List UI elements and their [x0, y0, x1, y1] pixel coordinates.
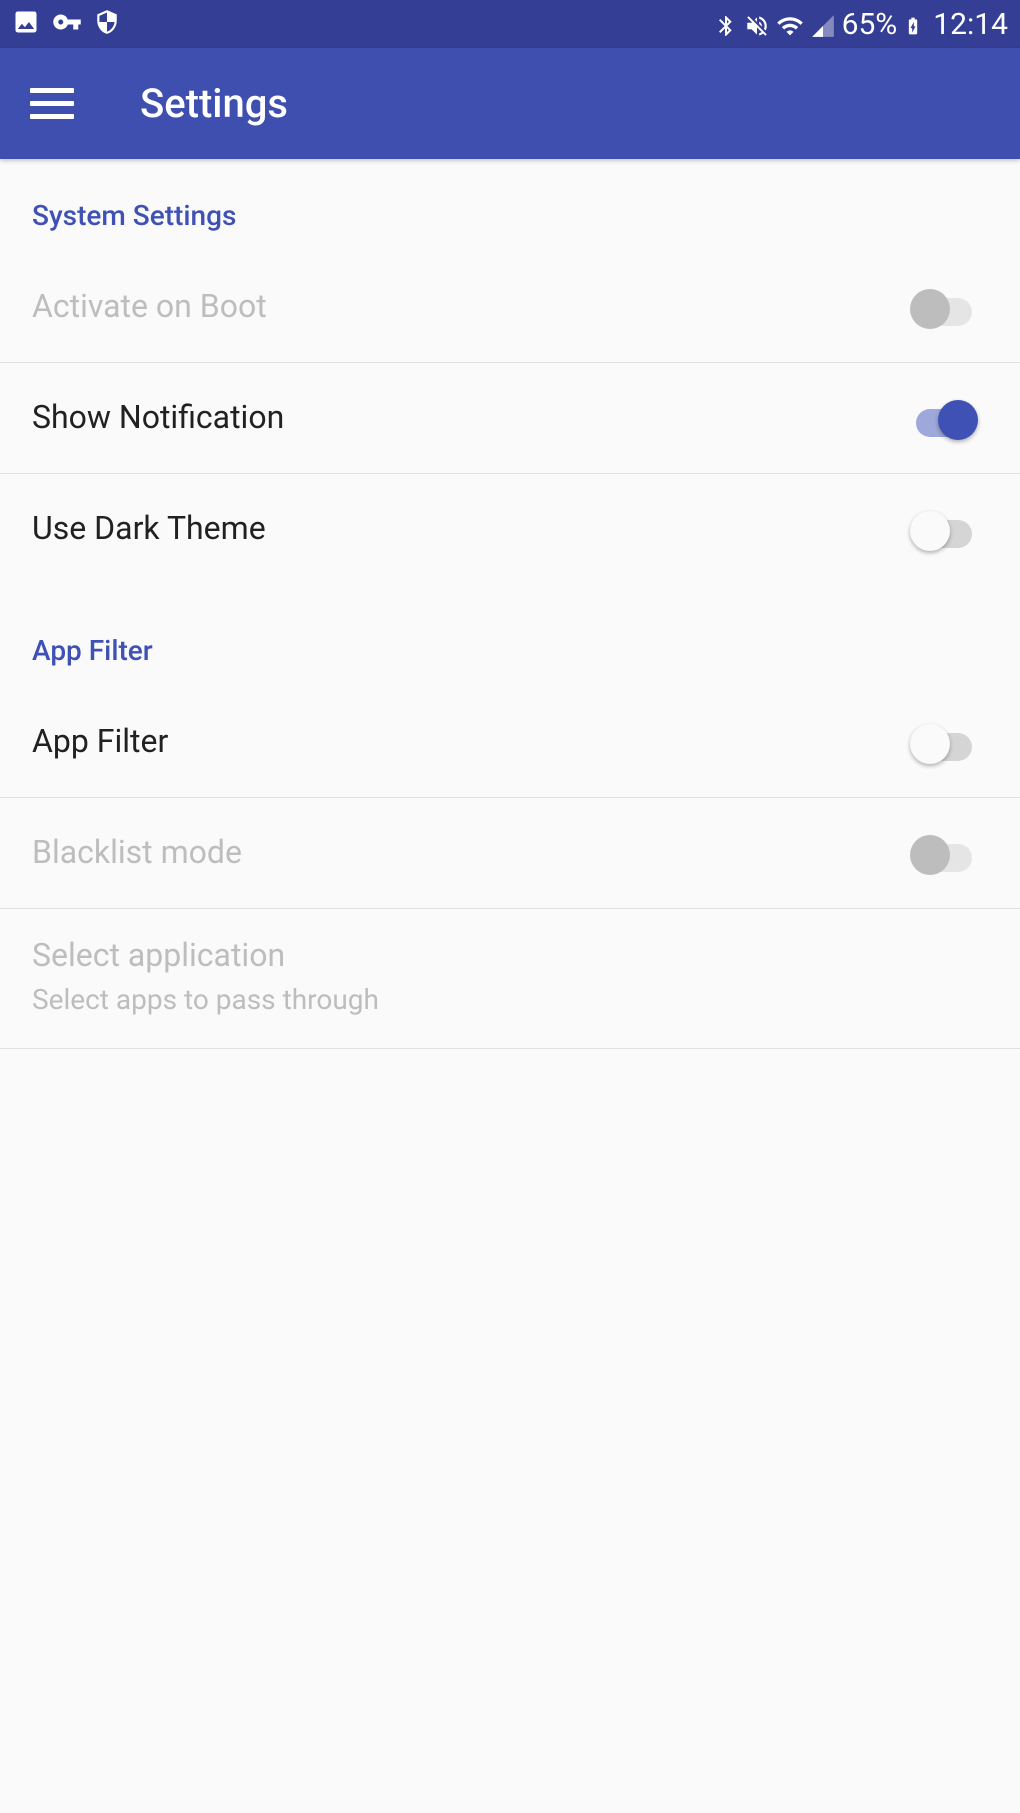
wifi-icon — [776, 7, 804, 42]
key-icon — [52, 7, 82, 41]
switch-show-notification[interactable] — [910, 398, 978, 438]
mute-icon — [744, 7, 770, 42]
setting-label: App Filter — [32, 721, 168, 763]
menu-icon[interactable] — [30, 82, 74, 126]
setting-blacklist-mode: Blacklist mode — [0, 798, 1020, 908]
settings-list: System Settings Activate on Boot Show No… — [0, 159, 1020, 1049]
battery-icon — [903, 7, 923, 42]
setting-select-application: Select application Select apps to pass t… — [0, 909, 1020, 1048]
status-right: 65% 12:14 — [714, 7, 1008, 42]
setting-sublabel: Select apps to pass through — [32, 983, 379, 1016]
section-header-system: System Settings — [0, 159, 1020, 252]
page-title: Settings — [140, 80, 288, 127]
section-header-app-filter: App Filter — [0, 584, 1020, 687]
signal-icon — [810, 7, 836, 42]
setting-label: Select application — [32, 935, 379, 977]
bluetooth-icon — [714, 7, 738, 42]
shield-icon — [94, 9, 120, 39]
setting-app-filter[interactable]: App Filter — [0, 687, 1020, 797]
setting-label: Use Dark Theme — [32, 508, 266, 550]
switch-blacklist-mode — [910, 833, 978, 873]
switch-activate-on-boot — [910, 287, 978, 327]
picture-icon — [12, 8, 40, 40]
switch-use-dark-theme[interactable] — [910, 509, 978, 549]
status-bar: 65% 12:14 — [0, 0, 1020, 48]
time-text: 12:14 — [933, 7, 1008, 42]
setting-activate-on-boot: Activate on Boot — [0, 252, 1020, 362]
setting-show-notification[interactable]: Show Notification — [0, 363, 1020, 473]
status-left — [12, 7, 120, 41]
app-bar: Settings — [0, 48, 1020, 159]
battery-text: 65% — [842, 7, 898, 42]
switch-app-filter[interactable] — [910, 722, 978, 762]
setting-label: Blacklist mode — [32, 832, 242, 874]
setting-label: Activate on Boot — [32, 286, 267, 328]
setting-use-dark-theme[interactable]: Use Dark Theme — [0, 474, 1020, 584]
setting-label: Show Notification — [32, 397, 284, 439]
